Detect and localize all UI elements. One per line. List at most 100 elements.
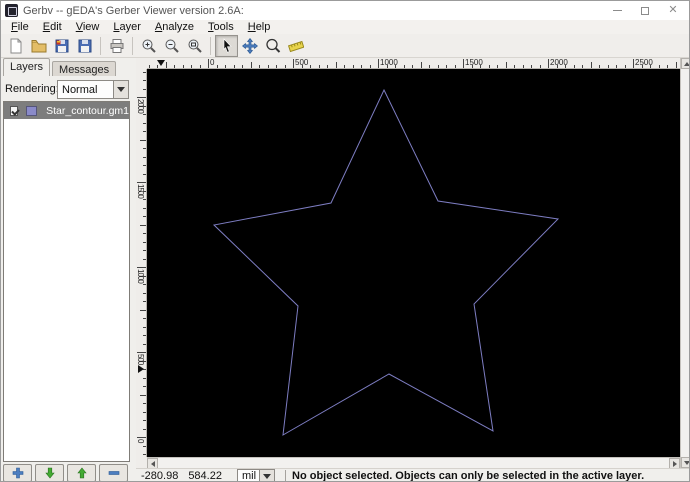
minimize-icon [612,10,622,11]
ruler-tick [143,71,146,73]
toolbar-separator [210,36,211,55]
ruler-tick [352,65,354,68]
tab-layers[interactable]: Layers [3,58,51,76]
ruler-tick [556,65,558,68]
ruler-tick [143,301,146,302]
close-button[interactable]: ✕ [659,1,687,20]
ruler-tick [143,105,146,107]
menu-view[interactable]: View [69,21,107,33]
ruler-tick [137,437,146,438]
ruler-tick [633,59,634,68]
menu-edit[interactable]: Edit [36,21,69,33]
gerber-canvas[interactable] [147,69,680,457]
triangle-left-icon [150,460,155,467]
coordinate-x: -280.98 [141,470,179,482]
layer-list: Star_contour.gm1 [3,101,130,462]
ruler-tick [361,65,362,68]
layer-visibility-checkbox[interactable] [10,105,18,116]
new-file-icon [10,38,21,53]
ruler-tick [624,65,626,68]
scroll-up-button[interactable] [681,58,689,69]
ruler-tick [140,224,146,226]
arrow-down-icon [44,467,55,479]
rendering-select[interactable]: Normal [57,80,129,99]
menu-layer[interactable]: Layer [106,21,148,33]
ruler-tick [658,65,660,68]
ruler-tick [143,343,146,345]
menu-tools[interactable]: Tools [201,21,241,33]
remove-layer-button[interactable] [99,464,128,481]
ruler-tick [143,445,146,447]
ruler-tick [143,190,146,192]
zoom-tool-button[interactable] [261,35,284,57]
rendering-dropdown-button[interactable] [113,81,128,98]
save-button[interactable] [50,35,73,57]
ruler-tick [233,65,235,68]
ruler-tick [208,59,209,68]
ruler-tick [531,65,532,68]
move-layer-up-button[interactable] [67,464,96,481]
zoom-out-icon [165,39,179,53]
ruler-tick [301,65,303,68]
ruler-tick [143,428,146,430]
minimize-button[interactable] [603,1,631,20]
ruler-tick [143,173,146,175]
ruler-tick [143,207,146,209]
pan-icon [241,37,258,54]
cursor-coordinates: -280.98 584.22 [141,470,229,482]
rendering-value: Normal [62,83,98,96]
ruler-tick [480,65,481,68]
ruler-tick [143,165,146,166]
layer-color-swatch[interactable] [25,105,38,116]
measure-icon [287,40,304,52]
ruler-tick [140,394,146,396]
ruler-tick [539,65,541,68]
ruler-tick [429,65,430,68]
ruler-tick [143,233,146,234]
menu-file[interactable]: File [4,21,36,33]
scroll-down-button[interactable] [681,457,689,468]
ruler-tick [143,156,146,158]
save-as-button[interactable] [73,35,96,57]
ruler-tick [607,65,609,68]
ruler-tick [548,59,549,68]
ruler-tick [522,65,524,68]
ruler-tick [293,59,294,68]
plus-icon [12,467,23,479]
ruler-tick [327,65,328,68]
ruler-tick [143,199,146,200]
layer-row[interactable]: Star_contour.gm1 [4,102,129,119]
ruler-tick [143,403,146,404]
move-layer-down-button[interactable] [35,464,64,481]
zoom-out-button[interactable] [160,35,183,57]
ruler-tick [143,216,146,217]
ruler-tick [420,62,422,68]
ruler-tick [143,80,146,81]
gerbv-window: Gerbv -- gEDA's Gerber Viewer version 2.… [0,0,690,482]
ruler-tick [463,59,464,68]
measure-tool-button[interactable] [284,35,307,57]
ruler-tick [137,352,146,353]
horizontal-scrollbar[interactable] [147,457,680,469]
pan-tool-button[interactable] [238,35,261,57]
menu-analyze[interactable]: Analyze [148,21,201,33]
units-dropdown-button[interactable] [259,470,274,481]
menu-help[interactable]: Help [241,21,278,33]
ruler-label: 0 [136,439,145,443]
pointer-tool-button[interactable] [215,34,238,57]
tab-messages[interactable]: Messages [52,61,117,76]
ruler-tick [140,139,146,141]
ruler-label: 0 [210,58,215,67]
zoom-in-button[interactable] [137,35,160,57]
minus-icon [108,471,119,475]
print-button[interactable] [105,35,128,57]
vertical-scrollbar[interactable] [680,58,689,468]
ruler-tick [143,131,146,132]
add-layer-button[interactable] [3,464,32,481]
zoom-fit-button[interactable] [183,35,206,57]
maximize-button[interactable] [631,1,659,20]
app-icon [5,4,18,17]
open-file-button[interactable] [27,35,50,57]
units-select[interactable]: mil [237,469,275,481]
new-file-button[interactable] [4,35,27,57]
